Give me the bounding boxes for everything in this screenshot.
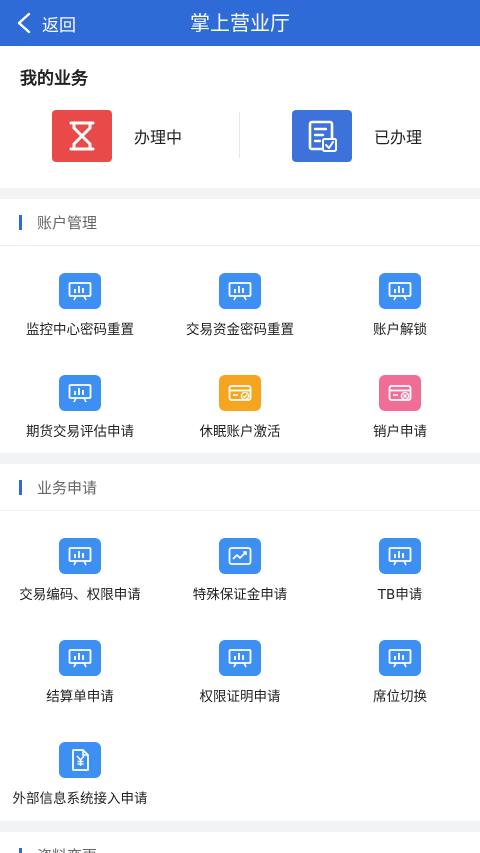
item-label: 外部信息系统接入申请: [12, 791, 148, 807]
back-label: 返回: [42, 15, 76, 36]
item-label: 销户申请: [373, 424, 427, 440]
section-accent-bar: [19, 848, 22, 853]
my-business-title: 我的业务: [20, 69, 88, 89]
section-accent-bar: [19, 480, 22, 495]
in-progress-button[interactable]: 办理中: [52, 110, 182, 162]
settlement-statement-request[interactable]: 结算单申请: [0, 640, 160, 714]
back-button[interactable]: 返回: [16, 0, 76, 46]
trading-code-permission-request[interactable]: 交易编码、权限申请: [0, 538, 160, 612]
dormant-account-activation[interactable]: 休眠账户激活: [160, 375, 320, 449]
section-header: 账户管理: [0, 199, 480, 246]
section-header: 资料变更: [0, 832, 480, 853]
item-label: TB申请: [377, 587, 423, 603]
section-business-application: 业务申请 交易编码、权限申请 特殊保证金申请 TB申请 结算单申请 权限证明申请: [0, 464, 480, 821]
card-close-icon: [379, 375, 421, 411]
in-progress-label: 办理中: [134, 128, 183, 147]
presentation-chart-icon: [59, 375, 101, 411]
yen-document-icon: [59, 742, 101, 778]
done-label: 已办理: [374, 128, 423, 147]
card-check-icon: [219, 375, 261, 411]
futures-trading-assessment[interactable]: 期货交易评估申请: [0, 375, 160, 449]
section-header: 业务申请: [0, 464, 480, 511]
done-button[interactable]: 已办理: [292, 110, 422, 162]
presentation-chart-icon: [59, 538, 101, 574]
special-margin-request[interactable]: 特殊保证金申请: [160, 538, 320, 612]
presentation-chart-icon: [219, 273, 261, 309]
trade-fund-password-reset[interactable]: 交易资金密码重置: [160, 273, 320, 347]
my-business-card: 我的业务 办理中 已办理: [0, 46, 480, 188]
trend-chart-icon: [219, 538, 261, 574]
section-title: 账户管理: [37, 214, 98, 232]
account-closure-request[interactable]: 销户申请: [320, 375, 480, 449]
section-account-management: 账户管理 监控中心密码重置 交易资金密码重置 账户解锁 期货交易评估申请 休眠账…: [0, 199, 480, 453]
section-accent-bar: [19, 215, 22, 230]
permission-certificate-request[interactable]: 权限证明申请: [160, 640, 320, 714]
presentation-chart-icon: [379, 273, 421, 309]
presentation-chart-icon: [379, 538, 421, 574]
presentation-chart-icon: [59, 640, 101, 676]
chevron-left-icon: [17, 12, 31, 34]
section-title: 资料变更: [37, 845, 97, 853]
divider: [239, 112, 240, 158]
section-profile-change: 资料变更: [0, 832, 480, 853]
presentation-chart-icon: [219, 640, 261, 676]
checklist-icon: [292, 110, 352, 162]
tb-request[interactable]: TB申请: [320, 538, 480, 612]
presentation-chart-icon: [379, 640, 421, 676]
external-system-access-request[interactable]: 外部信息系统接入申请: [0, 742, 160, 816]
account-unlock[interactable]: 账户解锁: [320, 273, 480, 347]
presentation-chart-icon: [59, 273, 101, 309]
section-title: 业务申请: [37, 479, 98, 497]
item-label: 席位切换: [373, 689, 427, 705]
monitor-center-password-reset[interactable]: 监控中心密码重置: [0, 273, 160, 347]
navbar: 返回 掌上营业厅: [0, 0, 480, 46]
hourglass-icon: [52, 110, 112, 162]
seat-switch[interactable]: 席位切换: [320, 640, 480, 714]
item-label: 账户解锁: [373, 322, 427, 338]
